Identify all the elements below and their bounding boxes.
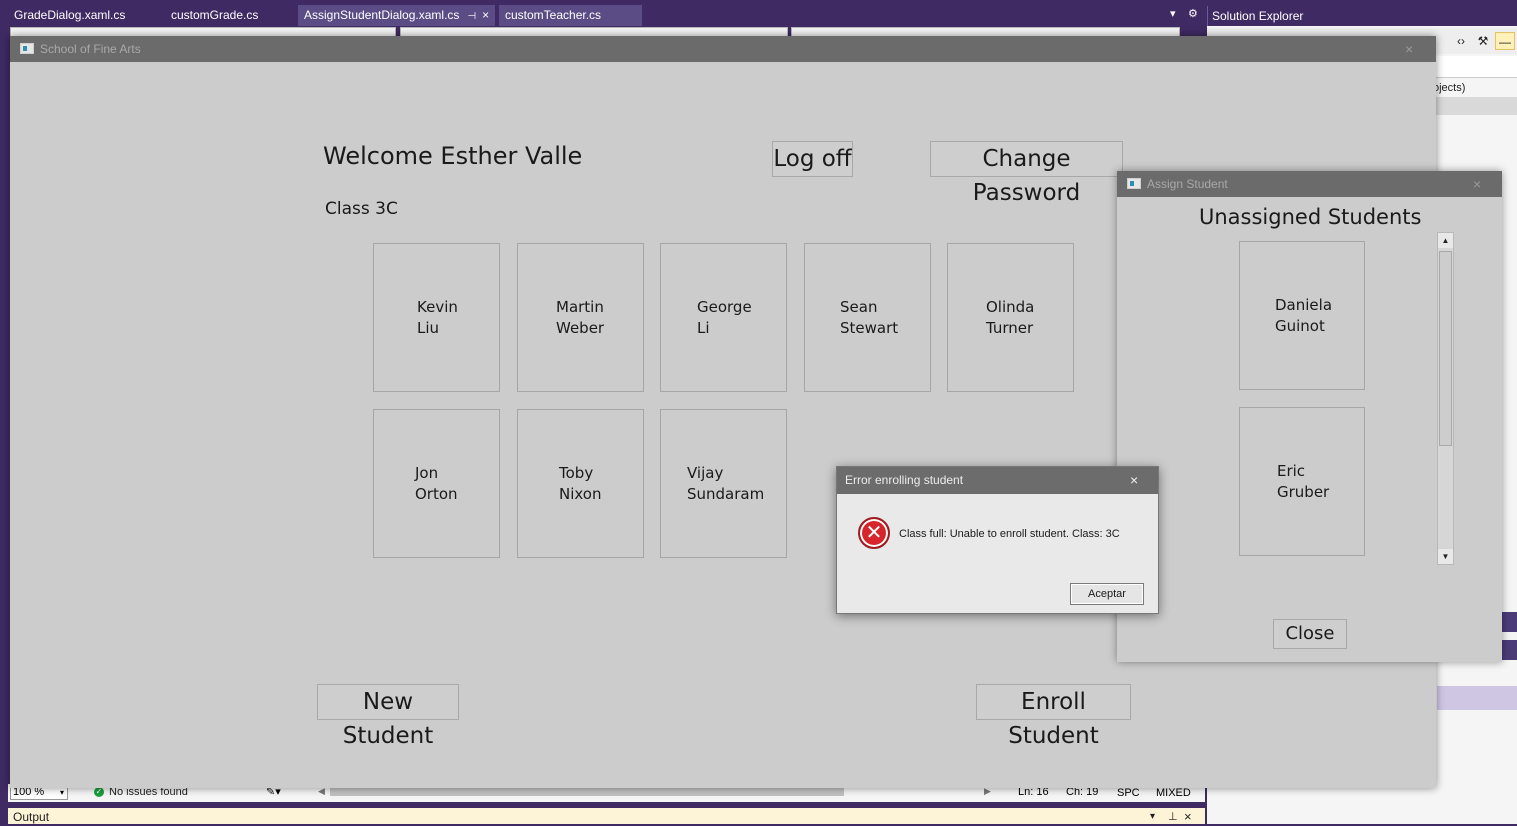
student-tile[interactable]: Toby Nixon: [517, 409, 644, 558]
unassigned-heading: Unassigned Students: [1199, 205, 1422, 229]
gear-icon[interactable]: ⚙: [1188, 7, 1198, 20]
scroll-up-icon[interactable]: ▲: [1438, 233, 1453, 248]
student-first-name: Vijay: [687, 464, 724, 482]
assign-window-title: Assign Student: [1147, 177, 1228, 191]
student-first-name: George: [697, 298, 752, 316]
close-button[interactable]: Close: [1273, 619, 1347, 649]
student-first-name: Jon: [415, 464, 439, 482]
student-tile[interactable]: George Li: [660, 243, 787, 392]
assign-student-window: Assign Student × Unassigned Students Dan…: [1117, 171, 1502, 662]
tab-label: customTeacher.cs: [505, 8, 602, 22]
assign-window-titlebar[interactable]: Assign Student ×: [1117, 171, 1502, 197]
main-window-titlebar[interactable]: School of Fine Arts ×: [10, 36, 1436, 62]
student-first-name: Kevin: [417, 298, 458, 316]
unassigned-student-tile[interactable]: Eric Gruber: [1239, 407, 1365, 556]
code-view-icon[interactable]: ‹›: [1451, 32, 1471, 50]
student-last-name: Nixon: [559, 485, 602, 503]
close-icon[interactable]: ×: [1405, 36, 1413, 62]
app-icon: [20, 43, 34, 54]
class-label: Class 3C: [325, 199, 398, 219]
welcome-text: Welcome Esther Valle: [323, 142, 583, 170]
main-window-title: School of Fine Arts: [40, 42, 141, 56]
tab-gradedialog[interactable]: GradeDialog.xaml.cs: [8, 5, 131, 26]
error-dialog: Error enrolling student × ✕ Class full: …: [836, 466, 1159, 614]
student-last-name: Liu: [417, 319, 440, 337]
output-dropdown-icon[interactable]: ▾: [1150, 808, 1155, 826]
student-last-name: Guinot: [1275, 317, 1325, 335]
student-tile[interactable]: Vijay Sundaram: [660, 409, 787, 558]
scroll-down-icon[interactable]: ▼: [1438, 549, 1453, 564]
tab-customgrade[interactable]: customGrade.cs: [165, 5, 264, 26]
pin-icon[interactable]: ⊥: [1168, 808, 1178, 826]
tab-close-icon[interactable]: ×: [482, 8, 489, 22]
tab-dropdown-icon[interactable]: ▾: [1170, 7, 1176, 20]
student-last-name: Gruber: [1277, 483, 1330, 501]
student-last-name: Weber: [556, 319, 605, 337]
solution-row-text: ojects): [1433, 82, 1466, 94]
student-first-name: Toby: [559, 464, 594, 482]
unassigned-student-tile[interactable]: Daniela Guinot: [1239, 241, 1365, 390]
minus-icon[interactable]: —: [1495, 32, 1515, 50]
student-tile[interactable]: Martin Weber: [517, 243, 644, 392]
enroll-student-button[interactable]: Enroll Student: [976, 684, 1131, 749]
app-icon: [1127, 178, 1141, 189]
pin-icon[interactable]: ⊣: [467, 11, 476, 22]
horizontal-scrollbar[interactable]: [330, 788, 844, 796]
log-off-button[interactable]: Log off: [772, 141, 853, 177]
tab-label: AssignStudentDialog.xaml.cs: [304, 8, 460, 22]
output-label[interactable]: Output: [8, 810, 49, 824]
line-ending-mode[interactable]: MIXED: [1156, 787, 1191, 799]
close-icon[interactable]: ×: [1473, 171, 1481, 197]
solution-panel-block: [1437, 686, 1517, 710]
student-first-name: Daniela: [1275, 296, 1333, 314]
student-first-name: Olinda: [986, 298, 1035, 316]
student-tile[interactable]: Jon Orton: [373, 409, 500, 558]
student-last-name: Turner: [986, 319, 1034, 337]
student-last-name: Stewart: [840, 319, 899, 337]
check-icon: ✓: [94, 787, 104, 797]
close-icon[interactable]: ×: [1184, 808, 1192, 826]
student-tile[interactable]: Sean Stewart: [804, 243, 931, 392]
error-icon: ✕: [858, 517, 890, 549]
vertical-scrollbar[interactable]: ▲ ▼: [1437, 232, 1454, 565]
new-student-button[interactable]: New Student: [317, 684, 459, 749]
student-last-name: Orton: [415, 485, 458, 503]
student-tile[interactable]: Olinda Turner: [947, 243, 1074, 392]
tab-customteacher[interactable]: customTeacher.cs: [499, 5, 642, 26]
close-icon[interactable]: ×: [1130, 467, 1138, 494]
whitespace-mode[interactable]: SPC: [1117, 787, 1140, 799]
scrollbar-thumb[interactable]: [1439, 251, 1452, 446]
student-last-name: Li: [697, 319, 710, 337]
tab-label: GradeDialog.xaml.cs: [14, 8, 126, 22]
error-dialog-titlebar[interactable]: Error enrolling student ×: [837, 467, 1158, 494]
solution-explorer-title: Solution Explorer: [1207, 6, 1517, 26]
wrench-icon[interactable]: ⚒: [1473, 32, 1493, 50]
tab-label: customGrade.cs: [171, 8, 259, 22]
student-tile[interactable]: Kevin Liu: [373, 243, 500, 392]
error-message: Class full: Unable to enroll student. Cl…: [899, 528, 1120, 540]
change-password-button[interactable]: Change Password: [930, 141, 1123, 206]
tab-assignstudentdialog[interactable]: AssignStudentDialog.xaml.cs ⊣ ×: [298, 5, 496, 26]
error-dialog-title: Error enrolling student: [845, 473, 964, 487]
student-first-name: Martin: [556, 298, 604, 316]
output-panel-bar: Output ▾ ⊥ ×: [8, 808, 1205, 824]
student-last-name: Sundaram: [687, 485, 765, 503]
student-first-name: Sean: [840, 298, 878, 316]
accept-button[interactable]: Aceptar: [1070, 583, 1144, 605]
student-first-name: Eric: [1277, 462, 1306, 480]
